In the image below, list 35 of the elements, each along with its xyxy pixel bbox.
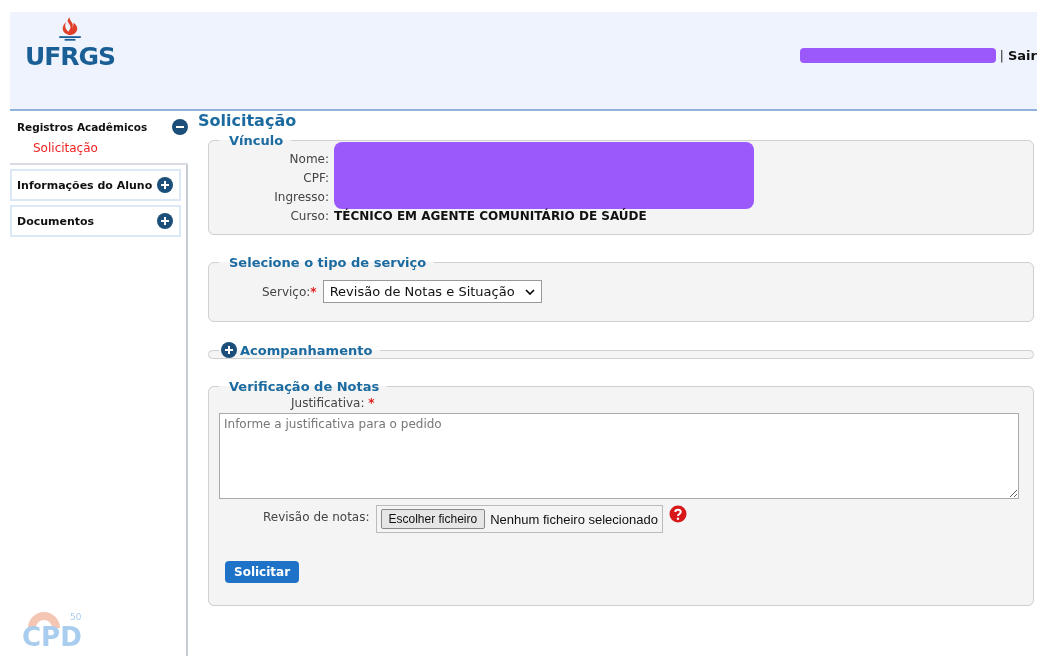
menu-section[interactable]: Registros Acadêmicos bbox=[10, 111, 188, 139]
justification-field[interactable]: Informe a justificativa para o pedido bbox=[219, 413, 1019, 499]
field-label: Serviço: bbox=[262, 284, 311, 299]
required-mark: * bbox=[310, 284, 317, 299]
expand-icon[interactable] bbox=[157, 213, 173, 229]
choose-file-button[interactable]: Escolher ficheiro bbox=[380, 509, 486, 529]
required-mark: * bbox=[368, 396, 375, 410]
field-label: Ingresso: bbox=[273, 189, 329, 206]
field-label: Nome: bbox=[288, 151, 329, 168]
field-value: TÉCNICO EM AGENTE COMUNITÁRIO DE SAÚDE bbox=[334, 207, 648, 225]
file-input[interactable]: Escolher ficheiro Nenhum ficheiro selecionado bbox=[375, 505, 663, 533]
menu-section[interactable]: Informações do Aluno bbox=[12, 171, 179, 199]
separator: | bbox=[999, 48, 1004, 63]
field-label: Curso: bbox=[289, 208, 329, 225]
footer-logo: CPD 50 bbox=[20, 608, 90, 656]
menu-item[interactable]: Solicitação bbox=[10, 139, 188, 159]
file-status: Nenhum ficheiro selecionado bbox=[490, 511, 658, 527]
expand-icon[interactable] bbox=[157, 177, 173, 193]
section-toggle[interactable]: Acompanhamento bbox=[219, 342, 381, 358]
field-label: Justificativa: bbox=[291, 396, 365, 410]
page-title: Solicitação bbox=[198, 111, 298, 131]
service-dropdown[interactable]: Revisão de Notas e Situação bbox=[322, 280, 542, 303]
section-title: Verificação de Notas bbox=[228, 379, 381, 394]
section-title: Vínculo bbox=[228, 133, 285, 148]
section-title: Selecione o tipo de serviço bbox=[228, 255, 428, 270]
chevron-icon bbox=[524, 288, 535, 295]
menu-section[interactable]: Documentos bbox=[12, 207, 179, 235]
collapse-icon[interactable] bbox=[172, 119, 188, 135]
logo-text: UFRGS bbox=[24, 44, 116, 70]
help-icon[interactable] bbox=[668, 505, 687, 523]
field-label: CPF: bbox=[302, 170, 329, 187]
logout-link[interactable]: Sair bbox=[1008, 48, 1037, 63]
field-label: Revisão de notas: bbox=[263, 510, 370, 524]
submit-button[interactable]: Solicitar bbox=[225, 561, 300, 583]
expand-icon[interactable] bbox=[221, 342, 237, 358]
